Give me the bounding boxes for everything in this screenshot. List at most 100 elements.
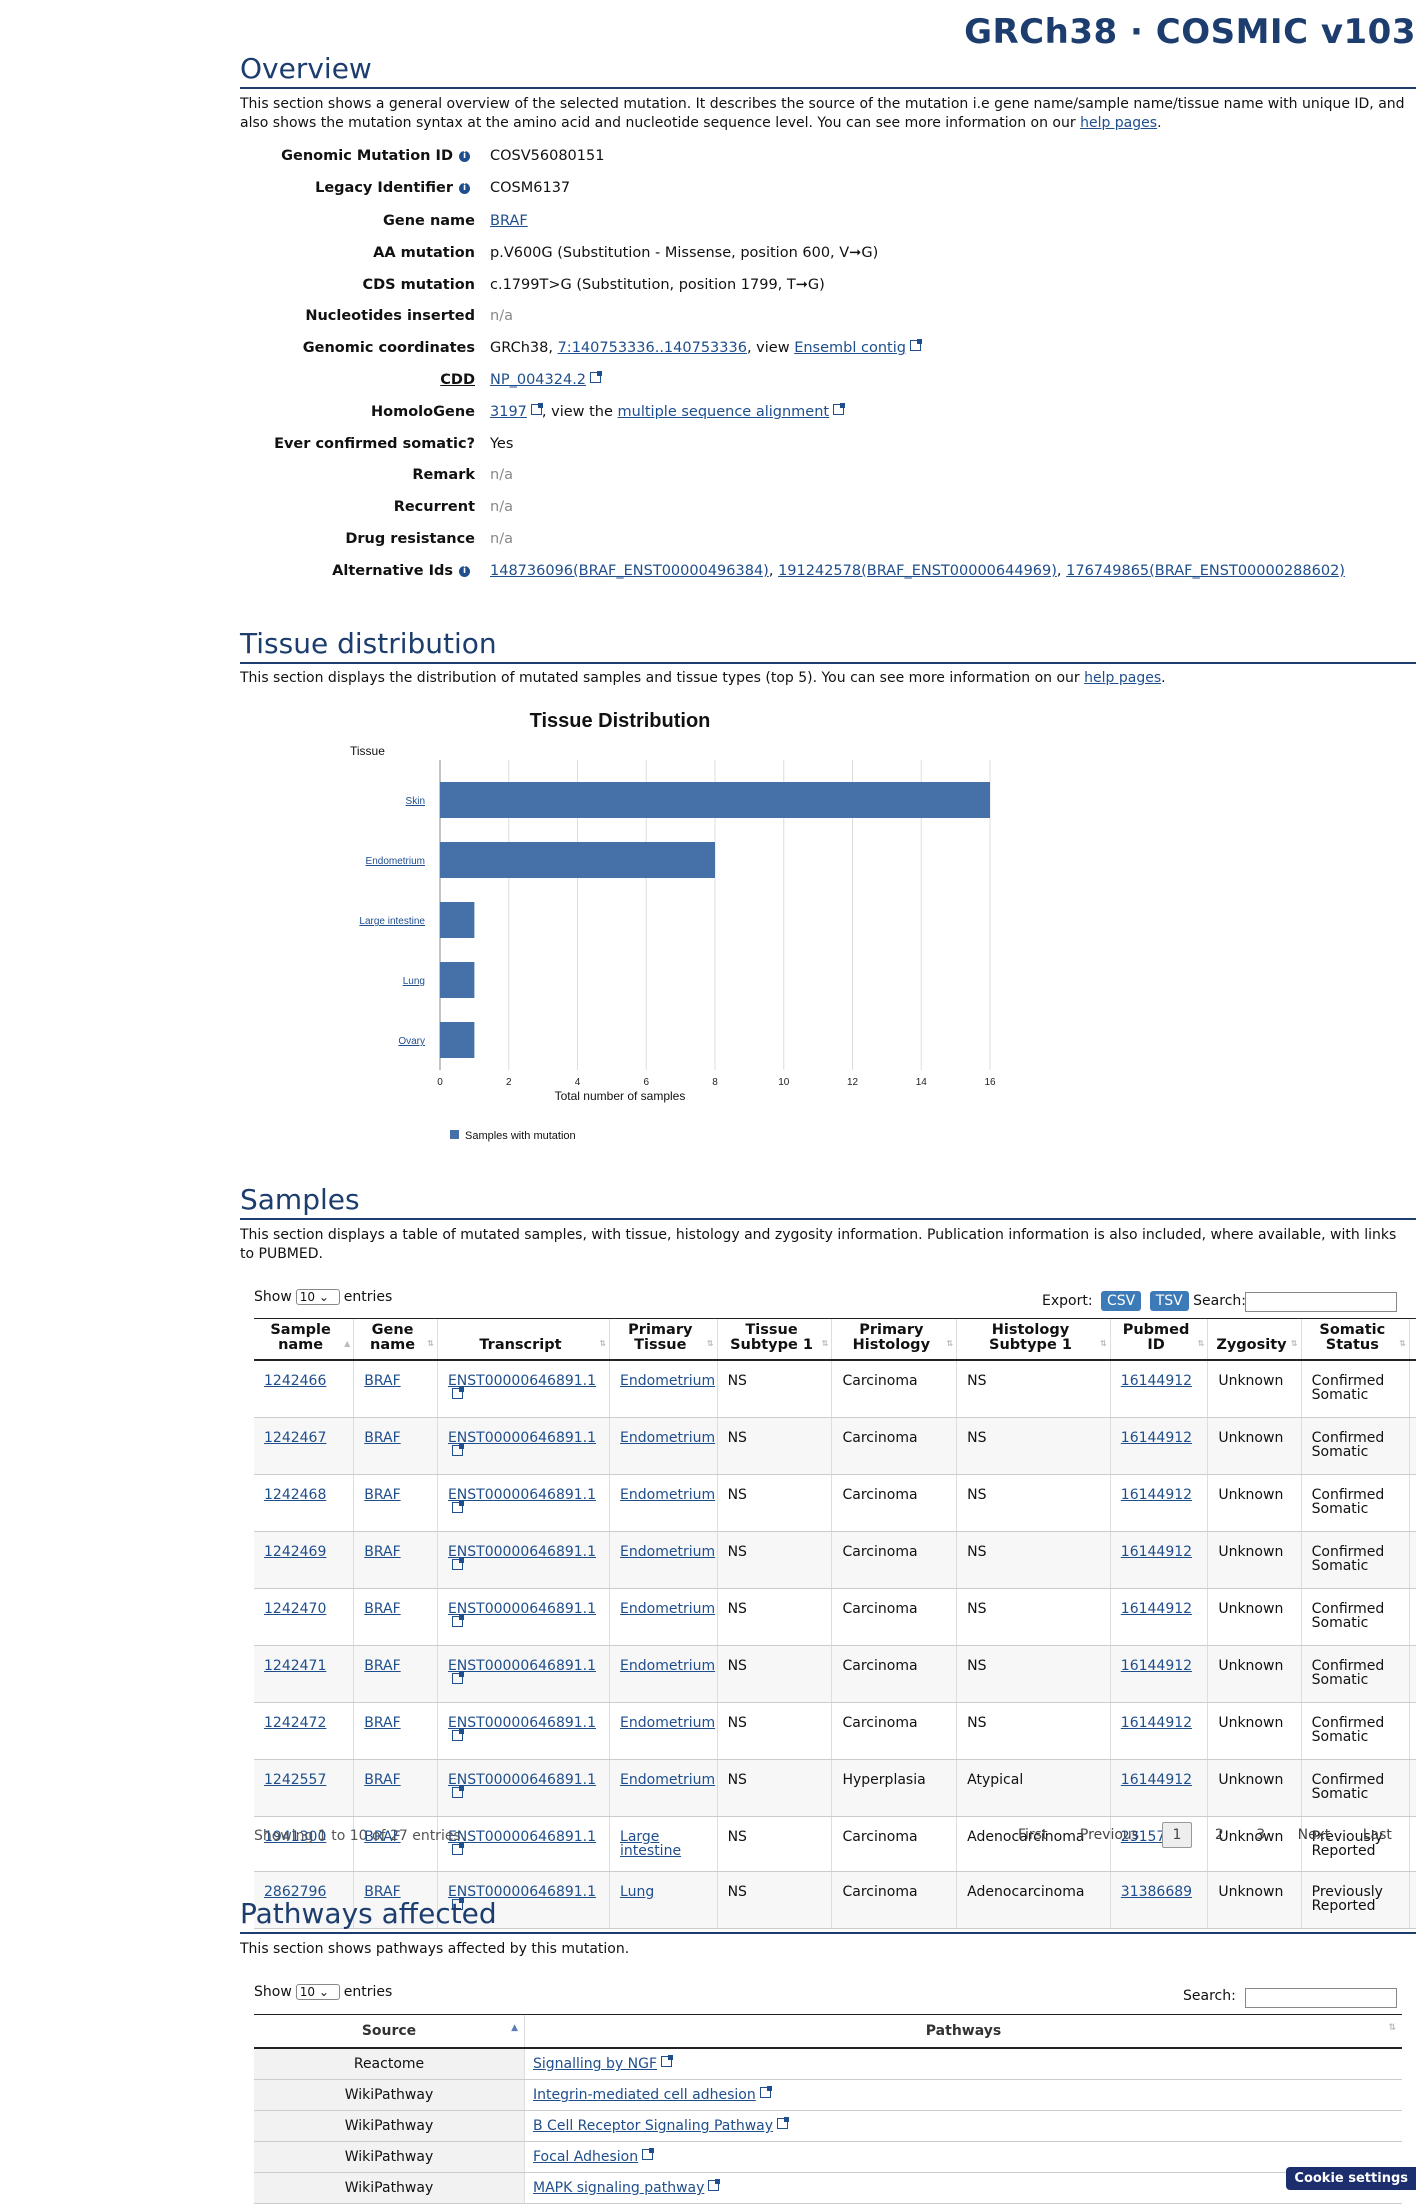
bar[interactable]: [440, 842, 715, 878]
transcript-link[interactable]: ENST00000646891.1: [448, 1715, 596, 1731]
category-label[interactable]: Skin: [406, 796, 425, 807]
sample-link[interactable]: 1242471: [264, 1658, 326, 1674]
entries-select[interactable]: 10 ⌄: [296, 1984, 340, 2000]
tissue-link[interactable]: Endometrium: [620, 1602, 690, 1616]
sample-link[interactable]: 1242466: [264, 1373, 326, 1389]
tissue-link[interactable]: Endometrium: [620, 1374, 690, 1388]
info-icon[interactable]: i: [459, 151, 470, 162]
sample-link[interactable]: 1242468: [264, 1487, 326, 1503]
tissue-link[interactable]: Endometrium: [620, 1488, 690, 1502]
column-header[interactable]: Primary Tissue⇅: [610, 1319, 718, 1361]
alternative-id-link[interactable]: 176749865(BRAF_ENST00000288602): [1066, 563, 1345, 579]
page-2-button[interactable]: 2: [1205, 1823, 1234, 1847]
cookie-settings-button[interactable]: Cookie settings: [1286, 2167, 1416, 2190]
category-label[interactable]: Ovary: [398, 1036, 425, 1047]
category-label[interactable]: Endometrium: [366, 856, 425, 867]
info-icon[interactable]: i: [459, 183, 470, 194]
tsv-button[interactable]: TSV: [1150, 1291, 1189, 1311]
pathways-search-input[interactable]: [1245, 1988, 1397, 2008]
tissue-link[interactable]: Endometrium: [620, 1659, 690, 1673]
gene-link[interactable]: BRAF: [364, 1487, 400, 1503]
ensembl-contig-link[interactable]: Ensembl contig: [794, 340, 906, 356]
column-header[interactable]: Primary Histology⇅: [832, 1319, 957, 1361]
page-1-button[interactable]: 1: [1162, 1822, 1193, 1848]
pubmed-link[interactable]: 16144912: [1121, 1544, 1192, 1560]
sample-link[interactable]: 1242470: [264, 1601, 326, 1617]
first-page-button[interactable]: First: [1008, 1823, 1057, 1847]
gene-link[interactable]: BRAF: [364, 1601, 400, 1617]
bar[interactable]: [440, 1022, 474, 1058]
next-page-button[interactable]: Next: [1288, 1823, 1341, 1847]
table-cell: NS: [717, 1760, 832, 1817]
info-icon[interactable]: i: [459, 566, 470, 577]
transcript-link[interactable]: ENST00000646891.1: [448, 1373, 596, 1389]
transcript-link[interactable]: ENST00000646891.1: [448, 1487, 596, 1503]
column-header[interactable]: Transcript⇅: [437, 1319, 609, 1361]
column-header[interactable]: Sample name▲: [254, 1319, 354, 1361]
tissue-link[interactable]: Large intestine: [620, 1830, 690, 1858]
gene-link[interactable]: BRAF: [364, 1430, 400, 1446]
label-genomic-mutation-id: Genomic Mutation ID: [281, 148, 453, 164]
category-label[interactable]: Lung: [403, 976, 425, 987]
pathway-link[interactable]: MAPK signaling pathway: [533, 2180, 704, 2196]
column-header[interactable]: Tissue Subtype 1⇅: [717, 1319, 832, 1361]
category-label[interactable]: Large intestine: [359, 916, 425, 927]
gene-link[interactable]: BRAF: [364, 1544, 400, 1560]
transcript-link[interactable]: ENST00000646891.1: [448, 1829, 596, 1845]
pubmed-link[interactable]: 16144912: [1121, 1715, 1192, 1731]
column-header[interactable]: Pubmed ID⇅: [1110, 1319, 1208, 1361]
tissue-link[interactable]: Endometrium: [620, 1716, 690, 1730]
transcript-link[interactable]: ENST00000646891.1: [448, 1601, 596, 1617]
tissue-link[interactable]: Endometrium: [620, 1545, 690, 1559]
transcript-link[interactable]: ENST00000646891.1: [448, 1430, 596, 1446]
pathway-link[interactable]: Integrin-mediated cell adhesion: [533, 2087, 756, 2103]
column-header[interactable]: Zygosity⇅: [1208, 1319, 1301, 1361]
column-header[interactable]: Gene name⇅: [354, 1319, 438, 1361]
alternative-id-link[interactable]: 148736096(BRAF_ENST00000496384): [490, 563, 769, 579]
pubmed-link[interactable]: 16144912: [1121, 1772, 1192, 1788]
overview-help-link[interactable]: help pages: [1080, 115, 1157, 131]
gene-link[interactable]: BRAF: [364, 1715, 400, 1731]
tissue-link[interactable]: Endometrium: [620, 1431, 690, 1445]
sample-link[interactable]: 1242469: [264, 1544, 326, 1560]
csv-button[interactable]: CSV: [1101, 1291, 1141, 1311]
bar[interactable]: [440, 782, 990, 818]
genomic-coordinates-link[interactable]: 7:140753336..140753336: [558, 340, 747, 356]
legend-swatch: [450, 1130, 459, 1139]
tissue-link[interactable]: Endometrium: [620, 1773, 690, 1787]
sample-link[interactable]: 1242467: [264, 1430, 326, 1446]
gene-link[interactable]: BRAF: [364, 1658, 400, 1674]
pubmed-link[interactable]: 16144912: [1121, 1430, 1192, 1446]
pubmed-link[interactable]: 16144912: [1121, 1373, 1192, 1389]
last-page-button[interactable]: Last: [1353, 1823, 1402, 1847]
bar[interactable]: [440, 962, 474, 998]
page-3-button[interactable]: 3: [1246, 1823, 1275, 1847]
transcript-link[interactable]: ENST00000646891.1: [448, 1544, 596, 1560]
bar[interactable]: [440, 902, 474, 938]
sample-link[interactable]: 1242472: [264, 1715, 326, 1731]
column-header[interactable]: Somatic Status⇅: [1301, 1319, 1409, 1361]
pathway-link[interactable]: Signalling by NGF: [533, 2056, 657, 2072]
samples-search-input[interactable]: [1245, 1292, 1397, 1312]
transcript-link[interactable]: ENST00000646891.1: [448, 1658, 596, 1674]
column-header[interactable]: Source▲: [254, 2015, 525, 2049]
alternative-id-link[interactable]: 191242578(BRAF_ENST00000644969): [778, 563, 1057, 579]
gene-link[interactable]: BRAF: [364, 1373, 400, 1389]
entries-select[interactable]: 10 ⌄: [296, 1289, 340, 1305]
column-header[interactable]: Pathways⇅: [525, 2015, 1403, 2049]
column-header[interactable]: Histology Subtype 1⇅: [957, 1319, 1111, 1361]
pubmed-link[interactable]: 16144912: [1121, 1601, 1192, 1617]
homologene-link[interactable]: 3197: [490, 404, 527, 420]
pathway-link[interactable]: B Cell Receptor Signaling Pathway: [533, 2118, 773, 2134]
pathway-link[interactable]: Focal Adhesion: [533, 2149, 638, 2165]
tissue-help-link[interactable]: help pages: [1084, 670, 1161, 686]
transcript-link[interactable]: ENST00000646891.1: [448, 1772, 596, 1788]
sample-link[interactable]: 1242557: [264, 1772, 326, 1788]
pubmed-link[interactable]: 16144912: [1121, 1487, 1192, 1503]
previous-page-button[interactable]: Previous: [1070, 1823, 1149, 1847]
gene-link[interactable]: BRAF: [364, 1772, 400, 1788]
gene-name-link[interactable]: BRAF: [490, 213, 528, 229]
sequence-alignment-link[interactable]: multiple sequence alignment: [618, 404, 830, 420]
cdd-link[interactable]: NP_004324.2: [490, 372, 586, 388]
pubmed-link[interactable]: 16144912: [1121, 1658, 1192, 1674]
